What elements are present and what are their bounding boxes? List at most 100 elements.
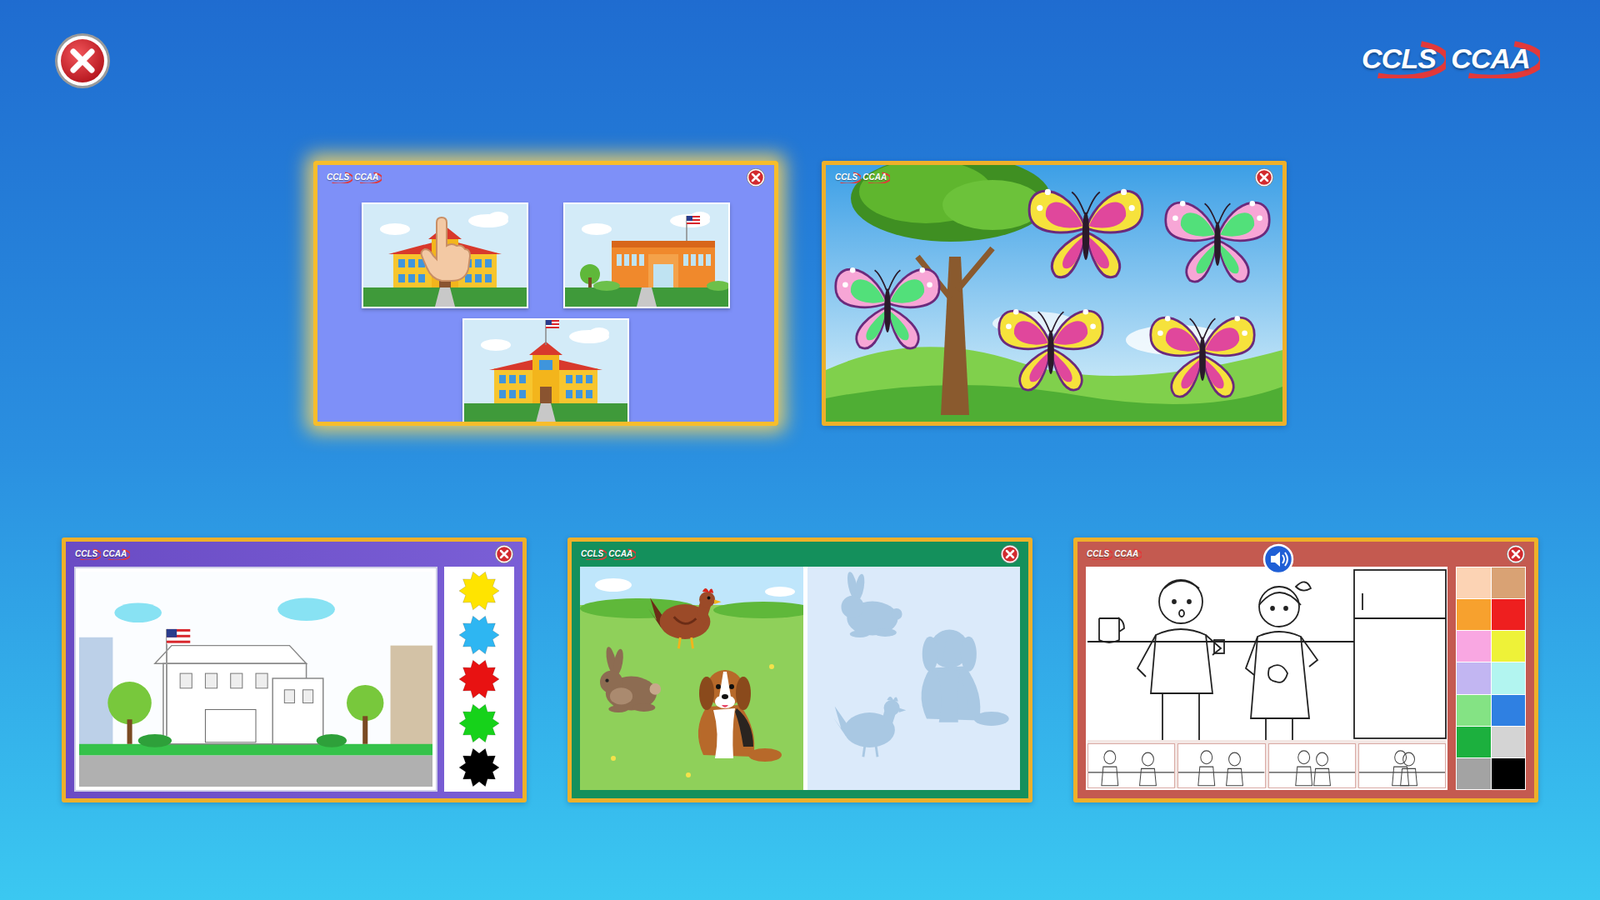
school-option[interactable] [563,202,730,309]
paint-splat[interactable] [457,701,501,745]
logo-text: CCLS [326,172,350,183]
game-card[interactable]: CCLS CCAA [567,537,1033,803]
page-thumbnail[interactable] [1087,743,1175,789]
card-row: CCLS CCAA CCLS CCAA CCLS CCAA [0,537,1600,803]
card-screen: CCLS CCAA [825,165,1283,422]
game-card[interactable]: CCLS CCAA [1073,537,1539,803]
logo-word: CCLS [1085,549,1110,560]
butterfly[interactable] [1029,189,1143,278]
logo-text: CCLS [1361,43,1436,75]
page-thumbnail[interactable] [1358,743,1446,789]
card-body [65,566,523,799]
coloring-area [1085,566,1448,790]
color-swatch[interactable] [1456,662,1491,694]
brand-logo: CCLS CCAA [1358,43,1534,75]
brand-logo: CCLS CCAA [834,172,888,183]
color-swatch[interactable] [1491,758,1526,790]
logo-text: CCLS [75,549,98,560]
logo-word: CCAA [353,172,380,183]
shadow-board[interactable] [807,566,1020,790]
game-card[interactable]: CCLS CCAA [313,160,779,426]
card-header: CCLS CCAA [317,165,775,190]
paint-splat[interactable] [457,745,501,790]
close-card-icon[interactable] [1505,544,1526,565]
close-card-icon[interactable] [1000,544,1020,565]
school-option[interactable] [462,318,630,425]
logo-word: CCAA [101,549,128,560]
animal-scene[interactable] [580,566,804,790]
page-thumbnail[interactable] [1177,743,1265,789]
color-palette [1455,566,1526,790]
school-row [462,318,630,425]
paint-splat[interactable] [457,613,501,657]
color-swatch[interactable] [1456,695,1491,726]
paint-picture[interactable] [74,566,438,792]
school-option[interactable] [361,202,529,309]
butterfly[interactable] [1165,200,1270,282]
butterfly[interactable] [1150,315,1255,397]
color-swatch[interactable] [1491,662,1526,694]
brand-logo: CCLS CCAA [580,549,634,560]
color-swatch[interactable] [1456,567,1491,599]
close-card-icon[interactable] [745,167,766,188]
logo-text: CCAA [862,172,887,183]
close-card-icon[interactable] [494,544,515,565]
logo-word: CCLS [1358,43,1440,75]
logo-text: CCAA [354,172,379,183]
logo-word: CCAA [607,549,634,560]
logo-text: CCAA [1450,43,1530,75]
color-swatch[interactable] [1491,630,1526,662]
card-row: CCLS CCAA CCLS CCAA [0,160,1600,426]
card-body [1077,566,1535,799]
butterfly-scene [825,165,1283,422]
logo-text: CCAA [608,549,633,560]
card-header: CCLS CCAA [571,541,1029,567]
logo-word: CCLS [834,172,859,183]
school-row [361,202,730,309]
paint-splat[interactable] [457,569,501,613]
logo-text: CCAA [1114,549,1139,560]
speaker-icon[interactable] [1262,543,1295,575]
logo-word: CCLS [580,549,605,560]
color-swatch[interactable] [1491,567,1526,599]
coloring-page[interactable] [1087,568,1446,740]
card-header: CCLS CCAA [1077,541,1535,567]
color-swatch[interactable] [1456,758,1491,790]
logo-word: CCLS [325,172,350,183]
color-swatch[interactable] [1491,695,1526,726]
close-button[interactable] [53,31,112,90]
color-swatch[interactable] [1491,599,1526,630]
color-swatch[interactable] [1456,726,1491,758]
logo-text: CCAA [102,549,127,560]
logo-text: CCLS [835,172,858,183]
header-logo: CCLS CCAA [1358,43,1534,75]
logo-word: CCAA [861,172,888,183]
logo-word: CCAA [1447,43,1534,75]
pointer-hand-icon [418,215,472,283]
logo-text: CCLS [1086,549,1110,560]
butterfly[interactable] [835,267,940,349]
card-body [571,566,1029,799]
page-thumbnail[interactable] [1268,743,1356,789]
color-swatch[interactable] [1491,726,1526,758]
logo-word: CCAA [1113,549,1140,560]
top-bar: CCLS CCAA [0,0,1600,161]
logo-text: CCLS [580,549,604,560]
brand-logo: CCLS CCAA [1085,549,1140,560]
card-screen: CCLS CCAA [65,541,523,799]
butterfly[interactable] [999,309,1103,390]
card-screen: CCLS CCAA [1077,541,1535,799]
page-strip [1087,740,1446,789]
paint-splat[interactable] [457,657,501,701]
paint-palette [444,566,515,792]
close-card-icon[interactable] [1254,167,1275,188]
game-card[interactable]: CCLS CCAA [61,537,527,803]
game-card[interactable]: CCLS CCAA [821,160,1287,426]
card-header: CCLS CCAA [65,541,523,567]
color-swatch[interactable] [1456,630,1491,662]
card-header: CCLS CCAA [825,165,1283,190]
color-swatch[interactable] [1456,599,1491,630]
logo-word: CCLS [74,549,99,560]
card-screen: CCLS CCAA [571,541,1029,799]
brand-logo: CCLS CCAA [325,172,380,183]
